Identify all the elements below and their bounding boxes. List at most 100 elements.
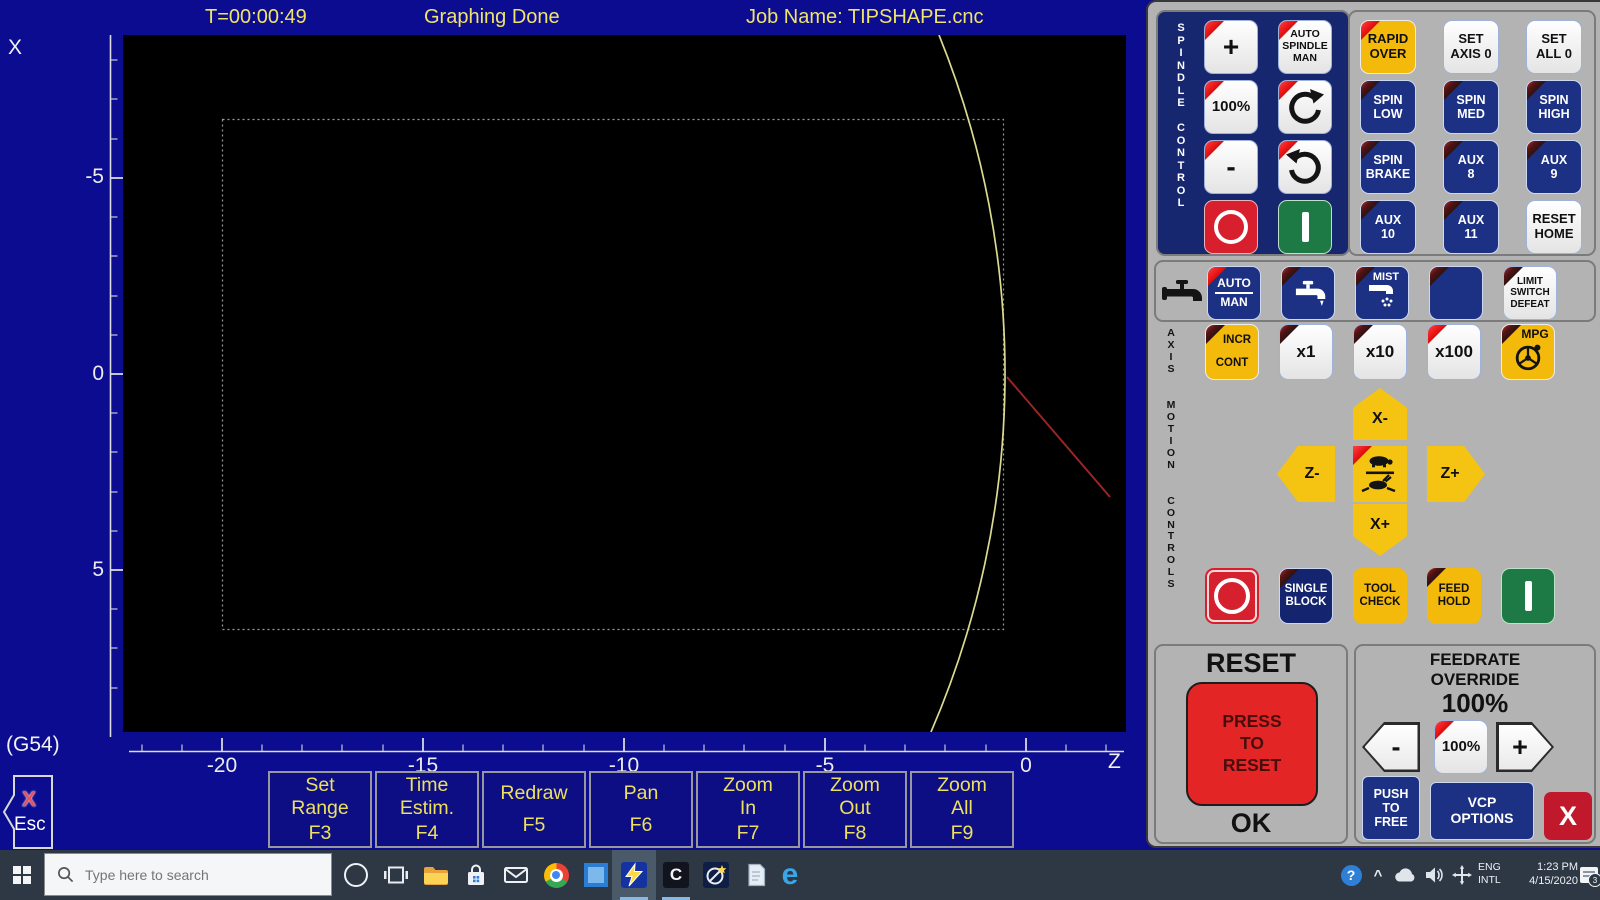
vcp-options-label: VCP OPTIONS [1450, 795, 1513, 826]
taskbar-search[interactable] [44, 853, 332, 896]
aux-8-button[interactable]: AUX 8 [1443, 140, 1499, 194]
mail-button[interactable] [496, 850, 536, 900]
aux-11-label: AUX 11 [1458, 213, 1484, 241]
store-bag-icon [465, 864, 487, 887]
pan-label: Pan [624, 782, 659, 805]
spindle-minus-button[interactable]: - [1204, 140, 1258, 194]
mpg-label: MPG [1521, 328, 1548, 341]
cycle-stop-button[interactable] [1205, 568, 1259, 624]
reset-home-label: RESET HOME [1532, 212, 1575, 241]
mist-coolant-button[interactable]: MIST [1355, 266, 1409, 320]
aux-10-button[interactable]: AUX 10 [1360, 200, 1416, 254]
feedrate-minus-button[interactable]: - [1362, 722, 1420, 772]
spindle-stop-button[interactable] [1204, 200, 1258, 254]
pan-button[interactable]: Pan F6 [589, 771, 693, 848]
set-range-button[interactable]: Set Range F3 [268, 771, 372, 848]
jog-x100-button[interactable]: x100 [1427, 324, 1481, 380]
hidden-icons-button[interactable]: ^ [1366, 850, 1390, 900]
spin-med-label: SPIN MED [1456, 93, 1485, 121]
aux-8-label: AUX 8 [1458, 153, 1484, 181]
counterclockwise-arrow-icon [1285, 147, 1325, 187]
jog-x-minus-label: X- [1372, 410, 1388, 428]
zoom-out-button[interactable]: Zoom Out F8 [803, 771, 907, 848]
get-help-tray-button[interactable]: ? [1336, 850, 1366, 900]
task-view-button[interactable] [376, 850, 416, 900]
escape-button[interactable]: X Esc [2, 770, 58, 852]
feedrate-100-button[interactable]: 100% [1434, 720, 1488, 774]
press-to-reset-label: PRESS TO RESET [1222, 711, 1281, 777]
wizard-app-button[interactable] [696, 850, 736, 900]
onedrive-tray-button[interactable] [1392, 850, 1420, 900]
centroid-app-button[interactable]: C [656, 850, 696, 900]
tool-check-button[interactable]: TOOL CHECK [1353, 568, 1407, 624]
setup-aux-group: RAPID OVER SET AXIS 0 SET ALL 0 SPIN LOW… [1348, 10, 1596, 256]
single-block-label: SINGLE BLOCK [1285, 583, 1328, 609]
aux-11-button[interactable]: AUX 11 [1443, 200, 1499, 254]
file-explorer-button[interactable] [416, 850, 456, 900]
jog-x10-button[interactable]: x10 [1353, 324, 1407, 380]
push-to-free-button[interactable]: PUSH TO FREE [1362, 776, 1420, 840]
spindle-cw-button[interactable] [1278, 80, 1332, 134]
jog-x-plus-button[interactable]: X+ [1353, 504, 1407, 556]
spindle-start-button[interactable] [1278, 200, 1332, 254]
auto-spindle-man-button[interactable]: AUTO SPINDLE MAN [1278, 20, 1332, 74]
jog-x1-button[interactable]: x1 [1279, 324, 1333, 380]
coolant-spare-button[interactable] [1429, 266, 1483, 320]
mpg-button[interactable]: MPG [1501, 324, 1555, 380]
incr-cont-button[interactable]: INCR CONT [1205, 324, 1259, 380]
jog-z-minus-button[interactable]: Z- [1277, 446, 1335, 502]
notification-center-button[interactable]: 3 [1578, 850, 1600, 900]
led-indicator [1429, 266, 1450, 287]
spindle-plus-label: + [1223, 31, 1239, 62]
zoom-all-button[interactable]: Zoom All F9 [910, 771, 1014, 848]
chevron-up-icon: ^ [1374, 867, 1383, 884]
rapid-over-button[interactable]: RAPID OVER [1360, 20, 1416, 74]
jog-x100-label: x100 [1435, 342, 1473, 361]
cycle-start-button[interactable] [1501, 568, 1555, 624]
limit-switch-defeat-button[interactable]: LIMIT SWITCH DEFEAT [1503, 266, 1557, 320]
aux-9-button[interactable]: AUX 9 [1526, 140, 1582, 194]
vcp-close-button[interactable]: X [1544, 792, 1592, 840]
cortana-icon [344, 863, 368, 887]
spin-brake-button[interactable]: SPIN BRAKE [1360, 140, 1416, 194]
search-icon [57, 866, 74, 883]
language-indicator[interactable]: ENG INTL [1478, 861, 1501, 887]
spindle-100-percent-button[interactable]: 100% [1204, 80, 1258, 134]
press-to-reset-button[interactable]: PRESS TO RESET [1186, 682, 1318, 806]
spin-med-button[interactable]: SPIN MED [1443, 80, 1499, 134]
chrome-button[interactable] [536, 850, 576, 900]
flood-coolant-button[interactable] [1281, 266, 1335, 320]
spindle-ccw-button[interactable] [1278, 140, 1332, 194]
feedrate-plus-button[interactable]: + [1496, 722, 1554, 772]
set-all-0-button[interactable]: SET ALL 0 [1526, 20, 1582, 74]
spin-high-button[interactable]: SPIN HIGH [1526, 80, 1582, 134]
cnc-app-button-active[interactable] [612, 850, 656, 900]
redraw-key: F5 [523, 814, 546, 837]
reset-home-button[interactable]: RESET HOME [1526, 200, 1582, 254]
spin-low-button[interactable]: SPIN LOW [1360, 80, 1416, 134]
jog-z-plus-button[interactable]: Z+ [1427, 446, 1485, 502]
cnc-graphing-screen: T=00:00:49 Graphing Done Job Name: TIPSH… [0, 0, 1600, 900]
feed-hold-button[interactable]: FEED HOLD [1427, 568, 1481, 624]
set-axis-0-button[interactable]: SET AXIS 0 [1443, 20, 1499, 74]
feedrate-plus-label: + [1499, 725, 1552, 770]
time-estimate-button[interactable]: Time Estim. F4 [375, 771, 479, 848]
clock[interactable]: 1:23 PM 4/15/2020 [1508, 861, 1578, 889]
edge-icon: e [782, 860, 799, 890]
coolant-auto-man-button[interactable]: AUTO MAN [1207, 266, 1261, 320]
spindle-plus-button[interactable]: + [1204, 20, 1258, 74]
start-button[interactable] [0, 850, 44, 900]
single-block-button[interactable]: SINGLE BLOCK [1279, 568, 1333, 624]
zoom-in-button[interactable]: Zoom In F7 [696, 771, 800, 848]
redraw-button[interactable]: Redraw F5 [482, 771, 586, 848]
cortana-button[interactable] [336, 850, 376, 900]
jog-x-minus-button[interactable]: X- [1353, 388, 1407, 440]
jog-speed-toggle-button[interactable] [1353, 446, 1407, 502]
edge-button[interactable]: e [770, 850, 810, 900]
microsoft-store-button[interactable] [456, 850, 496, 900]
search-input[interactable] [83, 866, 317, 884]
vcp-options-button[interactable]: VCP OPTIONS [1430, 782, 1534, 840]
accessibility-tray-button[interactable] [1448, 850, 1476, 900]
photos-button[interactable] [576, 850, 616, 900]
volume-tray-button[interactable] [1420, 850, 1448, 900]
